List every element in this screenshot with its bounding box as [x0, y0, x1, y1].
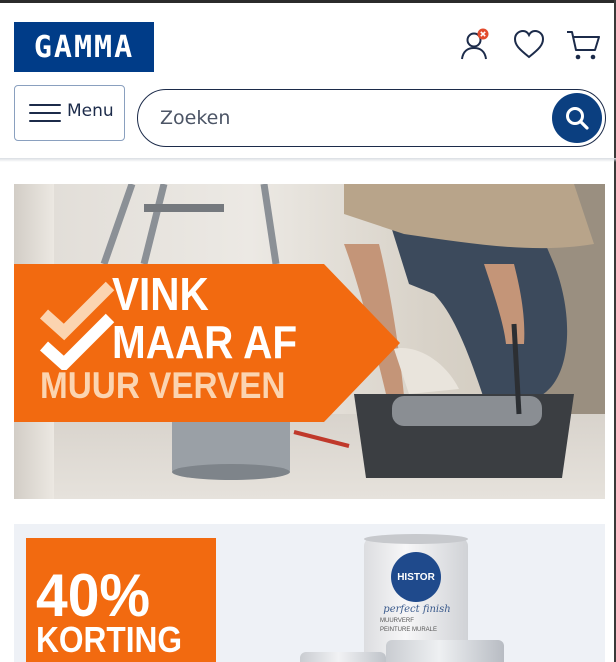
checkmark-icon [40, 281, 115, 370]
histor-logo: HISTOR [391, 552, 441, 602]
search-icon [566, 107, 589, 130]
product-name: perfect finish [383, 604, 451, 615]
gamma-logo[interactable]: GAMMA [14, 22, 154, 72]
search-button[interactable] [552, 93, 602, 143]
header-shadow [0, 158, 616, 162]
paint-can-image-2 [386, 640, 504, 662]
korting-banner[interactable]: 40% KORTING HISTOR perfect finish MUURVE… [14, 524, 605, 662]
menu-label: Menu [67, 101, 114, 121]
product-type-fr: PEINTURE MURALE [380, 627, 438, 633]
logo-text: GAMMA [33, 29, 135, 65]
muur-verven-banner[interactable]: VINK MAAR AF MUUR VERVEN [14, 184, 605, 499]
menu-button[interactable]: Menu [14, 85, 125, 141]
top-border [0, 0, 616, 3]
banner-subtitle: MUUR VERVEN [40, 365, 286, 406]
product-type: MUURVERF [380, 618, 414, 624]
account-icon[interactable] [458, 28, 492, 62]
banner-headline-line1: VINK [112, 268, 209, 320]
wishlist-heart-icon[interactable] [512, 28, 546, 62]
search-bar [137, 89, 606, 147]
paint-can-image-3 [300, 652, 386, 662]
hamburger-icon [29, 101, 63, 125]
discount-percent: 40% [36, 562, 151, 629]
cart-icon[interactable] [566, 28, 600, 62]
banner-headline-line2: MAAR AF [112, 316, 298, 368]
paint-can-lid [364, 534, 468, 544]
search-input[interactable] [160, 100, 540, 136]
discount-label: KORTING [36, 619, 183, 660]
